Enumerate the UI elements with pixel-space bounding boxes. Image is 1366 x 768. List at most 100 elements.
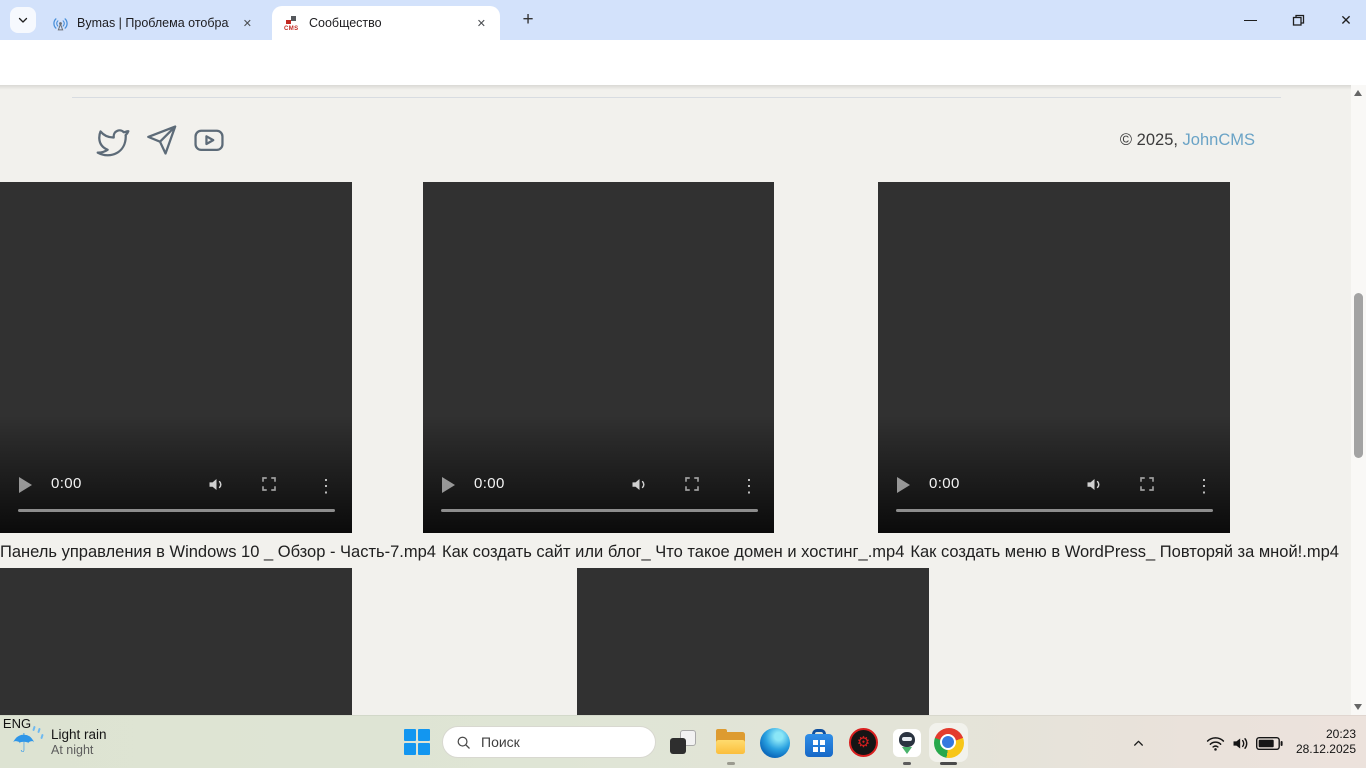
play-button[interactable] — [442, 477, 455, 493]
running-indicator — [727, 762, 735, 765]
wifi-icon[interactable] — [1204, 734, 1226, 752]
task-view-icon-front — [670, 738, 686, 754]
mute-button[interactable] — [629, 474, 650, 495]
play-button[interactable] — [19, 477, 32, 493]
close-tab-icon[interactable]: ✕ — [473, 15, 490, 32]
social-links — [96, 123, 226, 157]
speaker-icon — [1084, 474, 1105, 495]
video-menu-button[interactable]: ⋮ — [317, 476, 335, 497]
minimize-icon — [1244, 20, 1257, 21]
broadcast-favicon-icon — [52, 15, 69, 32]
twitter-icon[interactable] — [96, 123, 130, 157]
assistant-app-button[interactable] — [893, 729, 921, 757]
window-minimize-button[interactable] — [1236, 0, 1264, 40]
tray-time: 20:23 — [1296, 727, 1356, 742]
speaker-icon — [629, 474, 650, 495]
video-progress-bar[interactable] — [441, 509, 758, 513]
windows-logo-icon — [813, 740, 825, 752]
video-filenames: Панель управления в Windows 10 _ Обзор -… — [0, 543, 1345, 562]
mute-button[interactable] — [206, 474, 227, 495]
speaker-icon — [206, 474, 227, 495]
video-player[interactable]: 0:00 ⋮ — [0, 182, 352, 533]
tab-title: Bymas | Проблема отображени — [77, 16, 229, 30]
running-indicator — [940, 762, 957, 765]
task-view-button[interactable] — [670, 730, 696, 756]
chrome-button[interactable] — [929, 723, 968, 762]
video-time: 0:00 — [474, 475, 505, 492]
page-content: © 2025, JohnCMS 0:00 ⋮ 0:00 ⋮ — [0, 85, 1366, 715]
video-filename: Как создать меню в WordPress_ Повторяй з… — [910, 543, 1339, 561]
video-menu-button[interactable]: ⋮ — [740, 476, 758, 497]
tab-community[interactable]: CMS Сообщество ✕ — [272, 6, 500, 40]
video-controls-overlay: 0:00 ⋮ — [878, 415, 1230, 533]
chevron-down-icon — [17, 14, 29, 26]
video-menu-button[interactable]: ⋮ — [1195, 476, 1213, 497]
window-close-button[interactable]: ✕ — [1332, 0, 1360, 40]
video-progress-bar[interactable] — [896, 509, 1213, 513]
running-indicator — [903, 762, 911, 765]
weather-condition: Light rain — [51, 727, 107, 743]
video-filename: Панель управления в Windows 10 _ Обзор -… — [0, 543, 436, 561]
page-scrollbar[interactable] — [1351, 85, 1366, 715]
search-icon — [456, 735, 471, 750]
clock[interactable]: 20:23 28.12.2025 — [1296, 727, 1356, 757]
video-progress-bar[interactable] — [18, 509, 335, 513]
robot-icon-base — [902, 747, 912, 754]
video-player[interactable]: 0:00 ⋮ — [423, 182, 774, 533]
taskbar-search[interactable]: Поиск — [442, 726, 656, 758]
johncms-link[interactable]: JohnCMS — [1183, 131, 1255, 149]
video-time: 0:00 — [51, 475, 82, 492]
fullscreen-button[interactable] — [1138, 475, 1156, 493]
microsoft-store-button[interactable] — [805, 729, 833, 757]
fullscreen-icon — [683, 475, 701, 493]
weather-widget[interactable]: ☂ Light rain At night — [12, 716, 107, 768]
window-restore-button[interactable] — [1284, 0, 1312, 40]
chevron-up-icon — [1132, 737, 1145, 750]
folder-front — [716, 740, 745, 754]
browser-toolbar: johncms.loc/community/ R ⋮ — [0, 40, 1366, 85]
video-filename: Как создать сайт или блог_ Что такое дом… — [442, 543, 904, 561]
mute-button[interactable] — [1084, 474, 1105, 495]
volume-icon[interactable] — [1229, 734, 1253, 752]
chrome-icon — [934, 728, 964, 758]
search-placeholder: Поиск — [481, 734, 520, 750]
tray-overflow-button[interactable] — [1128, 734, 1148, 752]
close-tab-icon[interactable]: ✕ — [239, 15, 256, 32]
telegram-icon[interactable] — [144, 123, 178, 157]
video-player[interactable] — [577, 568, 929, 715]
umbrella-rain-icon: ☂ — [12, 726, 42, 760]
scrollbar-thumb[interactable] — [1354, 293, 1363, 458]
video-time: 0:00 — [929, 475, 960, 492]
cms-favicon-icon: CMS — [284, 15, 301, 32]
file-explorer-button[interactable] — [716, 732, 745, 754]
tray-date: 28.12.2025 — [1296, 742, 1356, 757]
fullscreen-icon — [260, 475, 278, 493]
taskbar: ☂ Light rain At night Поиск — [0, 715, 1366, 768]
youtube-icon[interactable] — [192, 123, 226, 157]
play-button[interactable] — [897, 477, 910, 493]
fullscreen-button[interactable] — [683, 475, 701, 493]
restore-icon — [1292, 14, 1305, 27]
video-player[interactable] — [0, 568, 352, 715]
fullscreen-button[interactable] — [260, 475, 278, 493]
gear-icon: ⚙ — [857, 735, 870, 750]
new-tab-button[interactable]: + — [516, 8, 540, 32]
battery-icon[interactable] — [1256, 737, 1283, 750]
video-player[interactable]: 0:00 ⋮ — [878, 182, 1230, 533]
edge-browser-button[interactable] — [760, 728, 790, 758]
robot-icon — [899, 732, 915, 747]
video-controls-overlay: 0:00 ⋮ — [0, 415, 352, 533]
tab-bymas[interactable]: Bymas | Проблема отображени ✕ — [40, 6, 266, 40]
fullscreen-icon — [1138, 475, 1156, 493]
start-button[interactable] — [404, 729, 430, 755]
tab-list-button[interactable] — [10, 7, 36, 33]
tab-title: Сообщество — [309, 16, 461, 30]
video-controls-overlay: 0:00 ⋮ — [423, 415, 774, 533]
weather-detail: At night — [51, 743, 107, 758]
content-divider — [72, 97, 1281, 98]
scroll-up-arrow-icon[interactable] — [1354, 90, 1362, 96]
scroll-down-arrow-icon[interactable] — [1354, 704, 1362, 710]
browser-tab-strip: Bymas | Проблема отображени ✕ CMS Сообще… — [0, 0, 1366, 40]
utility-app-button[interactable]: ⚙ — [849, 728, 878, 757]
copyright: © 2025, JohnCMS — [1120, 131, 1255, 150]
